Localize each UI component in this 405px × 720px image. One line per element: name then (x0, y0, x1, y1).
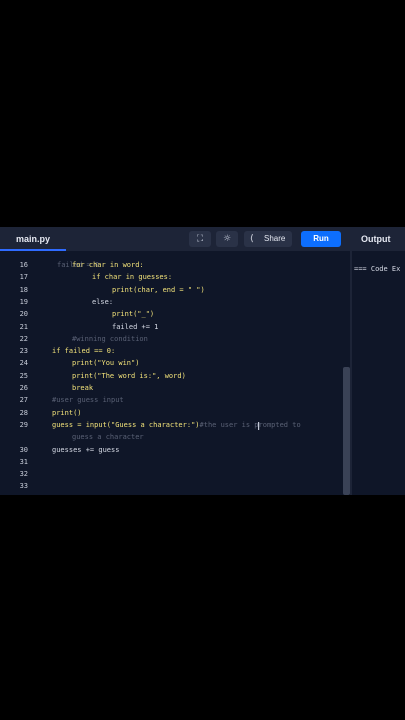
fullscreen-button[interactable]: ⛶ (189, 231, 211, 247)
fullscreen-icon: ⛶ (196, 234, 204, 244)
code-line: 16 for char in word: (0, 259, 346, 271)
code-text: print(char, end = " ") (112, 285, 205, 294)
code-text: #user guess input (52, 396, 124, 405)
code-line: guess a character (0, 431, 346, 443)
code-text: failed += 1 (112, 322, 159, 331)
line-number: 24 (19, 359, 28, 368)
share-label: Share (264, 234, 286, 243)
editor-scrollbar[interactable] (343, 367, 350, 495)
line-number: 31 (19, 457, 28, 466)
line-number: 18 (19, 285, 28, 294)
output-text: === Code Ex (354, 265, 401, 273)
line-number: 27 (19, 396, 28, 405)
run-button[interactable]: Run (301, 231, 341, 247)
code-line: 31 (0, 456, 346, 468)
line-number: 20 (19, 310, 28, 319)
code-text: print("You win") (72, 359, 140, 368)
code-line: 17 if char in guesses: (0, 271, 346, 283)
line-number: 22 (19, 334, 28, 343)
code-line-partial: failed = 0 (0, 247, 346, 269)
code-text: else: (92, 297, 114, 306)
code-line: 18 print(char, end = " ") (0, 284, 346, 296)
code-text: print("The word is:", word) (72, 371, 186, 380)
share-icon: ⟨ (250, 234, 254, 244)
line-number: 30 (19, 445, 28, 454)
share-button[interactable]: ⟨ Share (244, 231, 292, 247)
line-number: 28 (19, 408, 28, 417)
code-editor[interactable]: failed = 0 16 for char in word: 17 if char … (0, 251, 346, 495)
code-editor-app: main.py ⛶ ☼ ⟨ Share Run Output failed = … (0, 227, 405, 495)
code-text: break (72, 384, 94, 392)
line-number: 29 (19, 420, 28, 429)
line-number: 26 (19, 384, 28, 392)
code-line: 32 (0, 468, 346, 480)
line-number: 32 (19, 470, 28, 479)
output-tab[interactable]: Output (352, 227, 405, 251)
line-number: 17 (19, 273, 28, 282)
code-text: guess a character (72, 433, 144, 442)
code-line: 19 else: (0, 296, 346, 308)
code-line: 25 print("The word is:", word) (0, 370, 346, 382)
code-text: print("_") (112, 310, 155, 319)
code-line: 27 #user guess input (0, 394, 346, 406)
code-text: for char in word: (72, 261, 144, 269)
code-text: if failed == 0: (52, 347, 116, 356)
line-number: 25 (19, 371, 28, 380)
code-line: 20 print("_") (0, 308, 346, 320)
code-line: 23 if failed == 0: (0, 345, 346, 357)
code-text: if char in guesses: (92, 273, 173, 282)
theme-toggle-button[interactable]: ☼ (216, 231, 238, 247)
code-line: 24 print("You win") (0, 357, 346, 369)
line-number: 21 (19, 322, 28, 331)
sun-icon: ☼ (222, 234, 232, 244)
line-number: 19 (19, 297, 28, 306)
code-line: 21 failed += 1 (0, 321, 346, 333)
line-number: 23 (19, 347, 28, 356)
code-text: guesses += guess (52, 445, 120, 454)
line-number: 16 (19, 261, 28, 269)
code-text: print() (52, 408, 82, 417)
code-line: 30 guesses += guess (0, 444, 346, 456)
code-line: 29 guess = input("Guess a character:")#th… (0, 419, 346, 431)
line-number: 33 (19, 482, 28, 491)
code-text: #winning condition (72, 334, 148, 343)
text-cursor-icon: I (257, 420, 261, 433)
code-line: 22 #winning condition (0, 333, 346, 345)
tab-label: main.py (15, 234, 50, 244)
code-line: 33 (0, 480, 346, 492)
output-pane: === Code Ex (352, 251, 405, 495)
code-line: 28 print() (0, 407, 346, 419)
code-text: guess = input("Guess a character:")#the … (52, 420, 301, 429)
code-line: 26 break (0, 382, 346, 394)
